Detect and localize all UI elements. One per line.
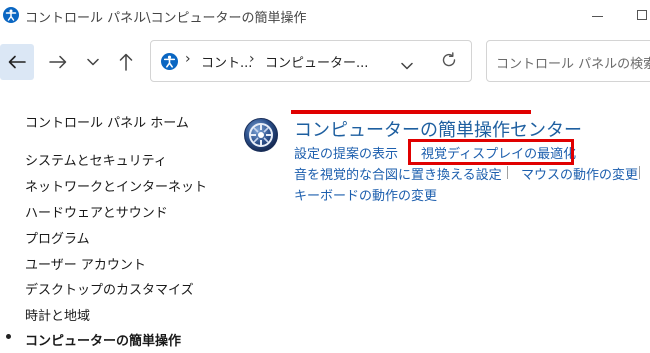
search-placeholder: コントロール パネルの検索 <box>496 57 650 72</box>
arrow-up-icon <box>119 53 133 71</box>
sidebar-item-programs[interactable]: プログラム <box>25 228 90 247</box>
sidebar-item-hardware-sound[interactable]: ハードウェアとサウンド <box>25 202 168 221</box>
annotation-highlight-box <box>408 139 574 165</box>
link-separator <box>639 166 640 179</box>
link-separator <box>507 166 508 179</box>
link-change-keyboard[interactable]: キーボードの動作の変更 <box>294 185 437 204</box>
chevron-down-icon <box>401 62 413 70</box>
link-change-mouse[interactable]: マウスの動作の変更 <box>521 164 638 183</box>
sidebar-item-clock-region[interactable]: 時計と地域 <box>25 305 90 324</box>
breadcrumb-ease-of-access[interactable]: コンピューター... <box>265 52 368 71</box>
arrow-left-icon <box>8 55 26 69</box>
sidebar-item-ease-of-access[interactable]: コンピューターの簡単操作 <box>25 330 181 349</box>
breadcrumb-control-panel[interactable]: コント... <box>201 52 252 71</box>
ease-of-access-center-icon <box>244 118 278 152</box>
link-replace-sounds-visual-cues[interactable]: 音を視覚的な合図に置き換える設定 <box>294 164 502 183</box>
sidebar-item-desktop-customization[interactable]: デスクトップのカスタマイズ <box>25 279 194 298</box>
address-bar[interactable]: › コント... › コンピューター... <box>150 40 472 82</box>
sidebar-item-user-accounts[interactable]: ユーザー アカウント <box>25 254 146 273</box>
search-input[interactable]: コントロール パネルの検索 <box>486 40 650 82</box>
title-bar: コントロール パネル\コンピューターの簡単操作 <box>0 0 650 38</box>
back-button[interactable] <box>0 44 34 80</box>
annotation-underline <box>291 110 531 114</box>
current-item-bullet <box>6 334 11 339</box>
navigation-bar: › コント... › コンピューター... コントロール パネルの検索 <box>0 40 650 86</box>
refresh-button[interactable] <box>441 52 457 72</box>
up-button[interactable] <box>112 44 140 80</box>
sidebar-item-network[interactable]: ネットワークとインターネット <box>25 176 207 195</box>
sidebar-item-system-security[interactable]: システムとセキュリティ <box>25 150 167 169</box>
address-dropdown-button[interactable] <box>401 55 413 74</box>
arrow-right-icon <box>49 55 67 69</box>
forward-button[interactable] <box>44 44 72 80</box>
refresh-icon <box>442 52 456 67</box>
window-title: コントロール パネル\コンピューターの簡単操作 <box>25 11 307 26</box>
minimize-button[interactable] <box>582 0 612 32</box>
accessibility-icon <box>161 53 178 70</box>
chevron-right-icon: › <box>249 51 255 67</box>
link-suggested-settings[interactable]: 設定の提案の表示 <box>294 143 398 162</box>
accessibility-icon <box>3 7 19 23</box>
recent-locations-button[interactable] <box>82 44 104 80</box>
sidebar-item-home[interactable]: コントロール パネル ホーム <box>25 112 189 131</box>
chevron-down-icon <box>87 58 99 66</box>
maximize-button[interactable] <box>628 0 650 32</box>
chevron-right-icon: › <box>185 51 191 67</box>
